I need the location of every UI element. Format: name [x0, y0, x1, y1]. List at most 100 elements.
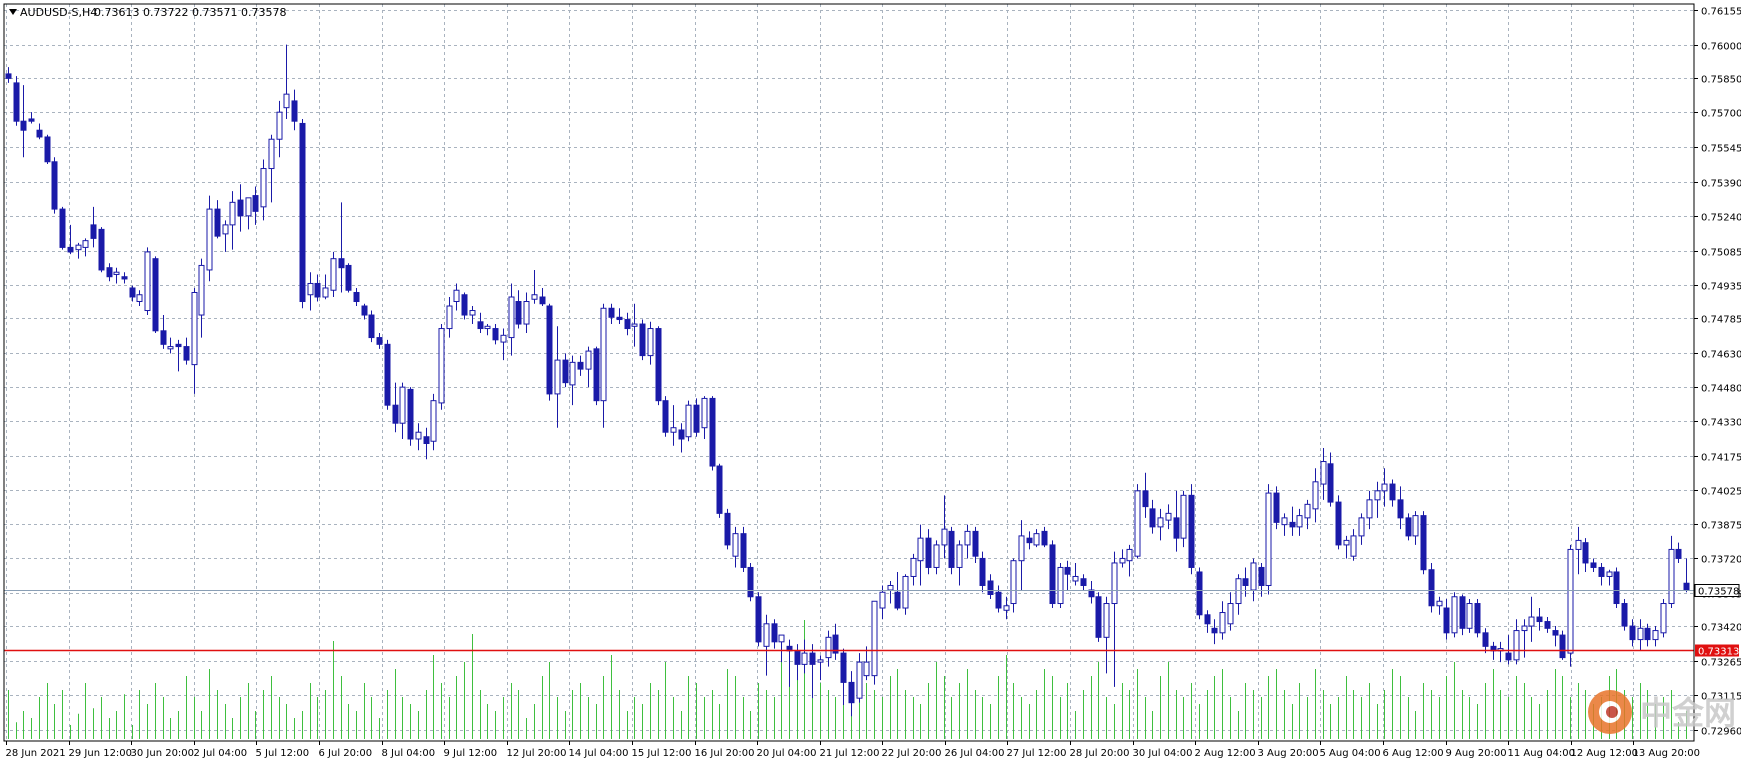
chart-window[interactable]: 0.76155 0.76000 0.75850 0.75700 0.75545 0.753… [0, 0, 1741, 763]
candle-body-bull [801, 652, 808, 665]
candle-body-bull [508, 296, 515, 339]
candle-body-bear [5, 73, 12, 79]
candle-body-bull [167, 346, 174, 350]
candle-body-bull [136, 294, 143, 303]
candle-body-bear [794, 650, 801, 665]
candle-body-bull [206, 208, 213, 271]
candle-body-bull [1265, 492, 1272, 586]
candle-body-bull [1157, 517, 1164, 528]
candle-body-bear [1613, 571, 1620, 605]
candle-body-bull [322, 287, 329, 298]
candle-body-bull [415, 431, 422, 440]
candle-body-bear [1273, 492, 1280, 523]
candle-body-bull [685, 404, 692, 438]
candle-body-bear [477, 321, 484, 330]
candle-body-bear [1335, 501, 1342, 546]
time-tick-label: 28 Jun 2021 [6, 748, 66, 759]
candle-body-bull [1134, 490, 1141, 557]
candle-body-bull [1513, 630, 1520, 661]
time-tick-label: 5 Aug 04:00 [1320, 748, 1381, 759]
candle-body-bear [1142, 490, 1149, 508]
candle-body-bear [44, 136, 51, 163]
candle-body-bear [577, 361, 584, 370]
candle-body-bear [67, 246, 74, 253]
candle-body-bear [562, 359, 569, 384]
candle-body-bull [260, 168, 267, 208]
candle-body-bull [531, 294, 538, 300]
candle-body-bear [1629, 625, 1636, 641]
time-tick-label: 13 Aug 20:00 [1633, 748, 1700, 759]
price-tick-label: 0.74630 [1701, 350, 1741, 361]
candle-body-bear [1598, 566, 1605, 577]
candle-body-bear [1389, 483, 1396, 501]
candle-body-bull [283, 93, 290, 109]
candle-body-bull [75, 244, 82, 251]
candle-body-bear [291, 100, 298, 122]
candle-body-bear [1474, 603, 1481, 634]
candle-body-bear [299, 122, 306, 303]
candle-body-bear [995, 591, 1002, 609]
candle-body-bear [1196, 571, 1203, 616]
candle-body-bear [1505, 652, 1512, 661]
candle-body-bull [631, 323, 638, 327]
price-tick-label: 0.75390 [1701, 179, 1741, 190]
price-tick-label: 0.74935 [1701, 282, 1741, 293]
candle-body-bull [144, 251, 151, 312]
candle-body-bear [1095, 596, 1102, 638]
candle-body-bull [763, 623, 770, 647]
candle-body-bull [1119, 557, 1126, 564]
candle-body-bear [1544, 621, 1551, 629]
candle-body-bull [1320, 461, 1327, 485]
candle-body-bull [1575, 539, 1582, 550]
candle-body-bull [1652, 630, 1659, 641]
candle-body-bull [1219, 612, 1226, 634]
price-tick-label: 0.76155 [1701, 7, 1741, 18]
time-tick-label: 14 Jul 04:00 [569, 748, 629, 759]
candle-body-bear [1405, 517, 1412, 537]
time-tick-label: 28 Jul 20:00 [1070, 748, 1130, 759]
candle-body-bear [1289, 521, 1296, 528]
price-chart[interactable]: 0.76155 0.76000 0.75850 0.75700 0.75545 0.753… [0, 0, 1741, 763]
candle-body-bear [129, 287, 136, 298]
logo-core-icon [1606, 706, 1618, 718]
candle-body-bull [245, 197, 252, 217]
candle-body-bear [175, 343, 182, 348]
candle-body-bear [693, 404, 700, 433]
candle-body-bull [399, 386, 406, 424]
time-tick-label: 3 Aug 20:00 [1258, 748, 1319, 759]
candle-body-bull [191, 291, 198, 366]
candle-body-bull [438, 328, 445, 404]
candle-body-bull [825, 636, 832, 659]
candle-body-bull [1003, 605, 1010, 611]
candle-body-bear [848, 681, 855, 704]
candle-body-bear [1675, 548, 1682, 559]
candle-body-bull [1010, 560, 1017, 605]
candle-body-bear [461, 294, 468, 316]
candle-body-bull [307, 282, 314, 296]
price-tick-label: 0.73265 [1701, 658, 1741, 669]
time-tick-label: 30 Jul 04:00 [1133, 748, 1193, 759]
candle-body-bear [1026, 537, 1033, 544]
candle-body-bull [670, 427, 677, 433]
candle-body-bull [276, 111, 283, 140]
time-tick-label: 9 Jul 12:00 [444, 748, 498, 759]
candle-body-bear [987, 580, 994, 596]
candle-body-bear [678, 429, 685, 440]
candle-body-bull [1637, 627, 1644, 641]
candle-body-bull [469, 310, 476, 316]
candle-body-bear [979, 557, 986, 586]
candle-body-bear [1397, 499, 1404, 519]
candle-body-bear [1644, 627, 1651, 641]
time-tick-label: 22 Jul 20:00 [882, 748, 942, 759]
candle-body-bull [1033, 533, 1040, 546]
time-tick-label: 12 Aug 12:00 [1571, 748, 1638, 759]
candle-body-bull [910, 557, 917, 577]
ohlc-label: 0.73613 0.73722 0.73571 0.73578 [94, 6, 286, 19]
time-tick-label: 20 Jul 04:00 [757, 748, 817, 759]
candle-body-bull [701, 397, 708, 429]
symbol-label: AUDUSD-S,H4 [20, 6, 97, 19]
candle-body-bear [106, 267, 113, 278]
candle-body-bull [453, 289, 460, 303]
candle-body-bull [917, 537, 924, 562]
candle-body-bear [1621, 603, 1628, 627]
